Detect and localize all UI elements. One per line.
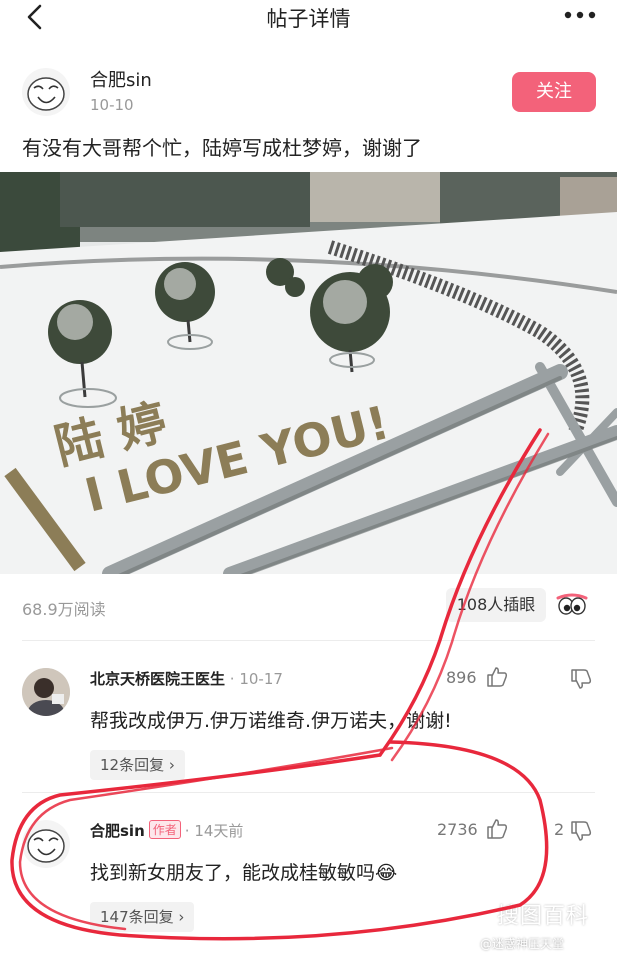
more-options-icon[interactable] (563, 10, 597, 20)
nav-bar: 帖子详情 (0, 0, 617, 40)
eyes-icon[interactable] (556, 590, 588, 620)
view-replies-button[interactable]: 147条回复 › (90, 902, 195, 932)
bookmark-eye-button[interactable]: 108人插眼 (446, 588, 546, 622)
commenter-name[interactable]: 合肥sin 作者 · 14天前 (90, 820, 243, 841)
thumbs-up-icon[interactable] (486, 818, 508, 840)
thumbs-down-icon[interactable] (570, 820, 592, 842)
chevron-right-icon: › (178, 908, 185, 926)
follow-button[interactable]: 关注 (512, 72, 596, 112)
like-count: 2736 (437, 820, 478, 839)
comment-time-text: 10-17 (239, 670, 283, 688)
like-count: 896 (446, 668, 477, 687)
author-avatar[interactable] (22, 68, 70, 116)
divider (22, 792, 595, 793)
author-badge: 作者 (148, 820, 181, 839)
dislike-count: 2 (554, 820, 565, 839)
comment-time: · 14天前 (184, 822, 244, 840)
page-title: 帖子详情 (266, 7, 351, 31)
chevron-right-icon: › (168, 756, 175, 774)
watermark-handle: @迷惑神压天堂 (480, 937, 565, 951)
comment-time: · 10-17 (225, 670, 283, 688)
divider (22, 640, 595, 641)
comment-text: 帮我改成伊万.伊万诺维奇.伊万诺夫，谢谢! (90, 710, 452, 732)
post-photo[interactable]: 陆 婷 I LOVE YOU! (0, 172, 617, 574)
comment-time-text: 14天前 (194, 822, 244, 840)
thumbs-down-icon[interactable] (570, 668, 592, 690)
commenter-name[interactable]: 北京天桥医院王医生 · 10-17 (90, 668, 283, 689)
commenter-avatar[interactable] (22, 820, 70, 868)
commenter-name-text: 北京天桥医院王医生 (90, 670, 226, 688)
post-header: 合肥sin 10-10 关注 (0, 58, 617, 124)
commenter-avatar[interactable] (22, 668, 70, 716)
comment-text: 找到新女朋友了，能改成桂敏敏吗😂 (90, 862, 398, 884)
post-date: 10-10 (90, 96, 134, 114)
replies-count: 12条回复 (100, 756, 165, 774)
replies-count: 147条回复 (100, 908, 174, 926)
view-replies-button[interactable]: 12条回复 › (90, 750, 185, 780)
watermark-logo: 搜图百科 (497, 904, 590, 929)
post-body-text: 有没有大哥帮个忙，陆婷写成杜梦婷，谢谢了 (22, 136, 422, 160)
read-count: 68.9万阅读 (22, 600, 106, 619)
comment-item: 北京天桥医院王医生 · 10-17 896 帮我改成伊万.伊万诺维奇.伊万诺夫，… (0, 660, 617, 780)
thumbs-up-icon[interactable] (486, 666, 508, 688)
post-stats: 68.9万阅读 108人插眼 (0, 588, 617, 626)
author-name[interactable]: 合肥sin (90, 66, 152, 92)
commenter-name-text: 合肥sin (90, 822, 145, 840)
